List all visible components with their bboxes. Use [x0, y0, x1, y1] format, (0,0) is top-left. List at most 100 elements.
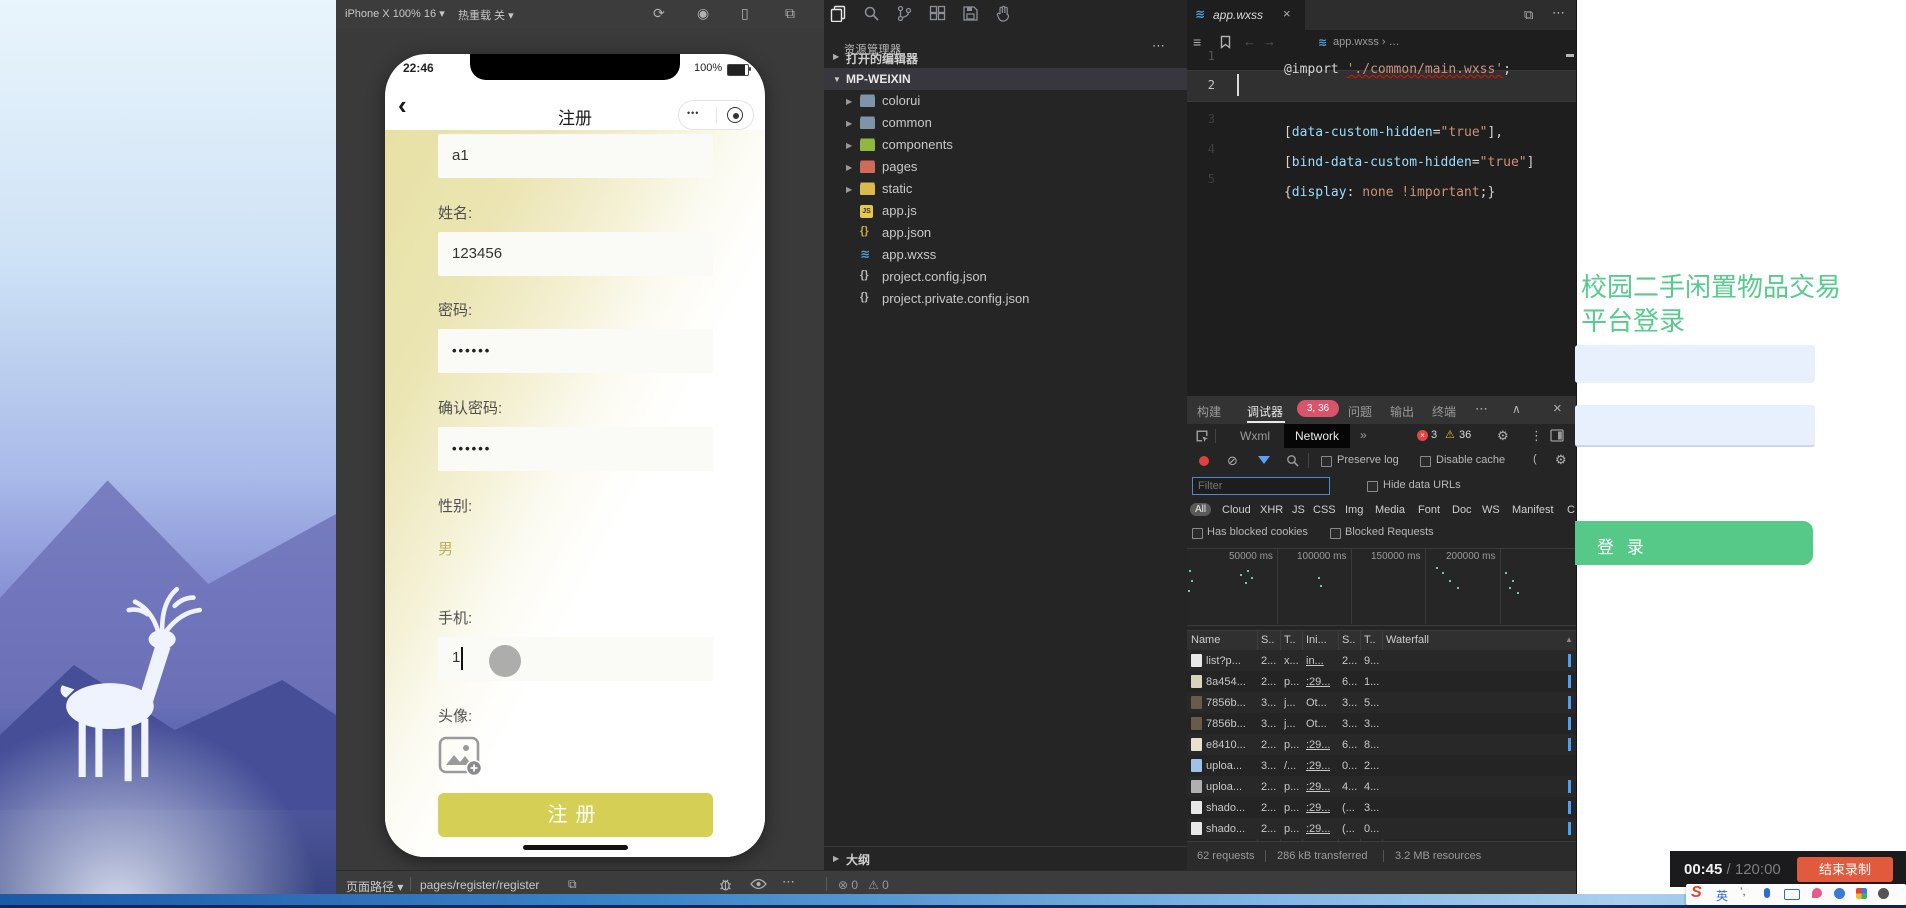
has-blocked-cookies-checkbox[interactable] [1192, 528, 1203, 539]
code-line-5[interactable]: {display: none !important;} [1237, 170, 1495, 215]
chip-manifest[interactable]: Manifest [1512, 504, 1554, 516]
request-initiator[interactable]: Ot... [1306, 697, 1327, 709]
compile-icon[interactable]: ◉ [697, 5, 709, 22]
page-path-selector[interactable]: 页面路径 ▾ [346, 878, 403, 895]
chip-ws[interactable]: WS [1482, 504, 1500, 516]
mic-icon[interactable] [1764, 888, 1770, 898]
password-input[interactable]: •••••• [438, 329, 713, 373]
col-time[interactable]: T.. [1364, 634, 1376, 646]
split-editor-icon[interactable]: ⧉ [1524, 7, 1533, 23]
request-initiator[interactable]: Ot... [1306, 718, 1327, 730]
page-path-value[interactable]: pages/register/register [420, 878, 539, 892]
network-row[interactable]: shado... 2... p... :29... (... 3... [1187, 797, 1576, 818]
more-tabs-icon[interactable]: » [1360, 428, 1367, 442]
request-initiator[interactable]: :29... [1306, 760, 1330, 772]
tab-wxml[interactable]: Wxml [1240, 429, 1270, 443]
copy-icon[interactable]: ⧉ [568, 877, 577, 892]
throttling-select[interactable]: ( [1533, 453, 1537, 465]
hand-icon[interactable] [995, 5, 1012, 22]
col-waterfall[interactable]: Waterfall [1386, 634, 1429, 646]
chip-js[interactable]: JS [1292, 504, 1305, 516]
chip-css[interactable]: CSS [1313, 504, 1336, 516]
gear-icon[interactable]: ⚙ [1497, 428, 1509, 444]
col-name[interactable]: Name [1191, 634, 1220, 646]
filter-funnel-icon[interactable] [1258, 456, 1270, 464]
punct-mode-icon[interactable]: ’, [1740, 886, 1746, 898]
inspect-icon[interactable] [1195, 429, 1209, 443]
kebab-icon[interactable]: ⋮ [1530, 428, 1543, 444]
network-row[interactable]: list?p... 2... x... in... 2... 9... [1187, 650, 1576, 671]
col-type[interactable]: T.. [1284, 634, 1296, 646]
tree-item-colorui[interactable]: ▶ colorui [824, 90, 1187, 112]
tab-build[interactable]: 构建 [1197, 403, 1221, 420]
network-row[interactable]: e8410... 2... p... :29... 6... 8... [1187, 734, 1576, 755]
disable-cache-checkbox[interactable] [1420, 456, 1431, 467]
search-icon[interactable] [863, 5, 880, 22]
robot-icon[interactable] [1834, 888, 1845, 899]
warning-count[interactable]: ⚠ 0 [868, 878, 889, 892]
tree-section-outline[interactable]: ▶ 大纲 [824, 846, 1187, 869]
request-initiator[interactable]: :29... [1306, 802, 1330, 814]
apps-grid-icon[interactable] [1856, 888, 1867, 899]
tree-item-components[interactable]: ▶ components [824, 134, 1187, 156]
settings-dark-icon[interactable] [1878, 888, 1889, 899]
more-dots-icon[interactable]: ••• [687, 108, 699, 118]
gear-icon[interactable]: ⚙ [1555, 452, 1567, 468]
search-icon[interactable] [1286, 454, 1299, 467]
account-input[interactable]: a1 [438, 134, 713, 178]
editor-more-icon[interactable]: ⋯ [1552, 5, 1565, 21]
tree-item-app-wxss[interactable]: ≋ app.wxss [824, 244, 1187, 266]
tree-item-app-json[interactable]: {} app.json [824, 222, 1187, 244]
save-icon[interactable] [962, 5, 979, 22]
keyboard-icon[interactable] [1784, 889, 1800, 900]
skin-icon[interactable] [1812, 888, 1822, 898]
col-size[interactable]: S.. [1342, 634, 1355, 646]
extensions-icon[interactable] [929, 5, 946, 22]
capsule-menu[interactable]: ••• [678, 100, 754, 130]
more-icon[interactable]: ⋯ [782, 874, 795, 890]
chip-cloud[interactable]: Cloud [1222, 504, 1251, 516]
error-count[interactable]: ⊗ 0 [838, 878, 858, 892]
col-status[interactable]: S.. [1261, 634, 1274, 646]
preserve-log-checkbox[interactable] [1321, 456, 1332, 467]
login-password-input[interactable] [1575, 405, 1815, 447]
tree-item-static[interactable]: ▶ static [824, 178, 1187, 200]
clear-icon[interactable]: ⊘ [1227, 453, 1238, 469]
tab-debugger[interactable]: 调试器 [1247, 403, 1283, 420]
close-icon[interactable]: × [1553, 400, 1562, 417]
chip-img[interactable]: Img [1345, 504, 1363, 516]
code-line-1[interactable]: @import './common/main.wxss'; [1237, 47, 1511, 92]
bookmark-icon[interactable] [1220, 35, 1231, 49]
login-username-input[interactable] [1575, 345, 1815, 383]
tree-item-project-config[interactable]: {} project.config.json [824, 266, 1187, 288]
menu-icon[interactable]: ≡ [1193, 34, 1201, 50]
eye-icon[interactable] [750, 878, 767, 890]
col-initiator[interactable]: Ini... [1306, 634, 1327, 646]
network-row[interactable]: 8a454... 2... p... :29... 6... 1... [1187, 671, 1576, 692]
git-branch-icon[interactable] [896, 5, 913, 22]
gender-picker[interactable]: 男 [438, 538, 453, 559]
tree-item-pages[interactable]: ▶ pages [824, 156, 1187, 178]
tab-network[interactable]: Network [1284, 424, 1350, 448]
hide-data-urls-checkbox[interactable] [1367, 481, 1378, 492]
name-input[interactable]: 123456 [438, 232, 713, 276]
hot-reload-toggle[interactable]: 热重载 关 ▾ [458, 7, 514, 23]
chip-other[interactable]: C [1567, 504, 1575, 516]
sort-up-icon[interactable]: ▲ [1565, 635, 1573, 644]
network-row[interactable]: 7856b... 3... j... Ot... 3... 3... [1187, 713, 1576, 734]
network-row[interactable]: uploa... 2... p... :29... 4... 4... [1187, 776, 1576, 797]
error-badge-icon[interactable]: × [1417, 430, 1428, 441]
panel-toggle-icon[interactable]: ⧉ [785, 5, 795, 22]
mobile-input[interactable]: 1 [438, 637, 713, 681]
bug-icon[interactable] [718, 877, 733, 892]
blocked-requests-checkbox[interactable] [1330, 528, 1341, 539]
record-icon[interactable] [1199, 456, 1209, 466]
chip-all[interactable]: All [1190, 503, 1212, 516]
dock-layout-icon[interactable] [1550, 429, 1564, 442]
network-row[interactable]: shado... 2... p... :29... (... 0... [1187, 818, 1576, 839]
tab-terminal[interactable]: 终端 [1432, 403, 1456, 420]
login-button[interactable]: 登 录 [1575, 521, 1813, 565]
tab-problems[interactable]: 问题 [1348, 403, 1372, 420]
collapse-icon[interactable]: ∧ [1512, 402, 1521, 416]
avatar-upload-icon[interactable] [438, 736, 484, 778]
